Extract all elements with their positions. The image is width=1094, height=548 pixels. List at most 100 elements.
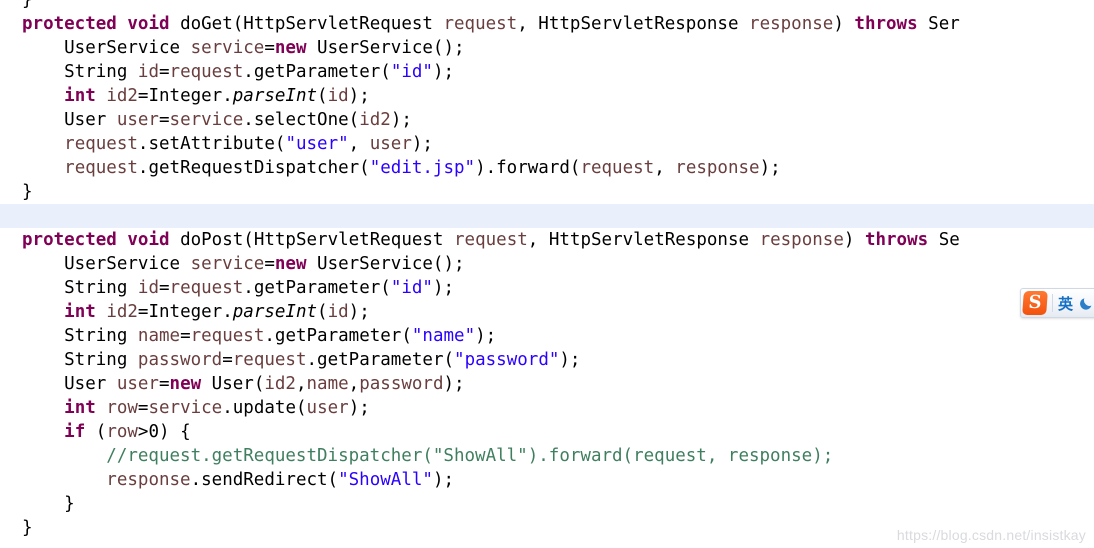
code-line[interactable]: String name=request.getParameter("name")… xyxy=(0,324,1094,348)
code-token-plain: ); xyxy=(390,110,412,130)
code-token-string: "id" xyxy=(390,278,433,298)
code-line[interactable]: int id2=Integer.parseInt(id); xyxy=(0,84,1094,108)
sogou-logo-icon[interactable]: S xyxy=(1022,291,1048,315)
code-line[interactable]: response.sendRedirect("ShowAll"); xyxy=(0,468,1094,492)
code-token-var: name xyxy=(137,326,181,346)
ime-language-toggle[interactable]: 英 xyxy=(1058,293,1073,314)
code-token-keyword: int xyxy=(64,398,96,418)
code-editor-surface[interactable]: } protected void doGet(HttpServletRequest… xyxy=(0,0,1094,548)
code-line[interactable]: } xyxy=(0,0,1094,12)
code-line[interactable]: if (row>0) { xyxy=(0,420,1094,444)
code-token-var: response xyxy=(675,158,760,178)
ime-divider xyxy=(1052,294,1053,312)
code-token-plain: .getParameter( xyxy=(306,350,455,370)
code-token-var: response xyxy=(749,14,834,34)
moon-icon[interactable] xyxy=(1079,295,1094,311)
code-line[interactable]: UserService service=new UserService(); xyxy=(0,36,1094,60)
code-token-keyword: throws xyxy=(864,230,929,250)
code-token-keyword: protected xyxy=(22,14,117,34)
code-token-keyword: protected xyxy=(22,230,117,250)
code-token-plain: } xyxy=(22,182,33,202)
code-token-plain: ( xyxy=(317,302,328,322)
code-token-plain: UserService(); xyxy=(306,38,465,58)
code-token-plain: >0) { xyxy=(137,422,191,442)
code-token-plain: , HttpServletResponse xyxy=(527,230,760,250)
code-token-keyword: if xyxy=(64,422,86,442)
code-token-plain: .sendRedirect( xyxy=(190,470,339,490)
code-token-var: request xyxy=(169,278,244,298)
code-token-var: service xyxy=(190,254,265,274)
code-line[interactable]: int row=service.update(user); xyxy=(0,396,1094,420)
code-token-plain: ) xyxy=(843,230,865,250)
code-token-plain: .getParameter( xyxy=(243,278,391,298)
code-token-plain: ); xyxy=(432,278,455,298)
code-line[interactable]: String id=request.getParameter("id"); xyxy=(0,276,1094,300)
code-line[interactable]: } xyxy=(0,492,1094,516)
code-token-var: password xyxy=(359,374,444,394)
code-token-plain: ); xyxy=(348,302,370,322)
code-line[interactable]: int id2=Integer.parseInt(id); xyxy=(0,300,1094,324)
code-token-plain: String xyxy=(22,350,138,370)
code-token-string: "name" xyxy=(411,326,476,346)
code-token-var: request xyxy=(64,158,138,178)
sogou-ime-toolbar[interactable]: S 英 xyxy=(1020,288,1094,318)
code-token-var: request xyxy=(64,134,138,154)
code-token-var: id2 xyxy=(359,110,391,130)
code-token-plain: } xyxy=(22,0,33,10)
code-token-plain: UserService(); xyxy=(306,254,465,274)
code-token-var: request xyxy=(454,230,528,250)
code-token-var: id2 xyxy=(264,374,296,394)
code-token-plain: ); xyxy=(759,158,781,178)
code-token-keyword: int xyxy=(64,86,96,106)
code-token-plain: .getParameter( xyxy=(264,326,412,346)
code-line[interactable]: String password=request.getParameter("pa… xyxy=(0,348,1094,372)
code-line[interactable]: UserService service=new UserService(); xyxy=(0,252,1094,276)
code-line[interactable]: //request.getRequestDispatcher("ShowAll"… xyxy=(0,444,1094,468)
code-token-var: password xyxy=(137,350,223,370)
code-token-var: id xyxy=(327,302,349,322)
code-token-plain: UserService xyxy=(22,38,191,58)
code-token-keyword: new xyxy=(169,374,202,394)
code-token-var: user xyxy=(369,134,412,154)
code-line[interactable]: User user=service.selectOne(id2); xyxy=(0,108,1094,132)
code-token-var: id xyxy=(137,62,159,82)
code-line[interactable]: } xyxy=(0,180,1094,204)
code-token-var: row xyxy=(106,398,138,418)
code-lines-container[interactable]: } protected void doGet(HttpServletRequest… xyxy=(0,0,1094,540)
code-line[interactable]: request.setAttribute("user", user); xyxy=(0,132,1094,156)
code-token-plain: , xyxy=(348,374,360,394)
code-token-plain: .getParameter( xyxy=(243,62,391,82)
code-token-var: user xyxy=(116,110,159,130)
code-token-var: user xyxy=(306,398,349,418)
code-token-var: id2 xyxy=(106,86,138,106)
code-token-plain: = xyxy=(158,374,170,394)
code-token-string: "ShowAll" xyxy=(338,470,433,490)
code-token-plain: Ser xyxy=(917,14,960,34)
code-line[interactable] xyxy=(0,204,1094,228)
code-token-plain: ( xyxy=(85,422,107,442)
code-token-var: request xyxy=(580,158,655,178)
code-token-static: parseInt xyxy=(232,86,318,106)
code-token-plain: User( xyxy=(201,374,265,394)
code-token-plain: .update( xyxy=(222,398,307,418)
code-line[interactable]: protected void doPost(HttpServletRequest… xyxy=(0,228,1094,252)
code-token-plain: .selectOne( xyxy=(243,110,360,130)
code-line[interactable]: User user=new User(id2,name,password); xyxy=(0,372,1094,396)
code-token-string: "edit.jsp" xyxy=(369,158,476,178)
code-line[interactable]: request.getRequestDispatcher("edit.jsp")… xyxy=(0,156,1094,180)
code-line[interactable]: protected void doGet(HttpServletRequest … xyxy=(0,12,1094,36)
code-token-var: request xyxy=(232,350,307,370)
code-token-plain: = xyxy=(264,38,275,58)
code-line[interactable]: String id=request.getParameter("id"); xyxy=(0,60,1094,84)
code-token-plain: , xyxy=(348,134,370,154)
